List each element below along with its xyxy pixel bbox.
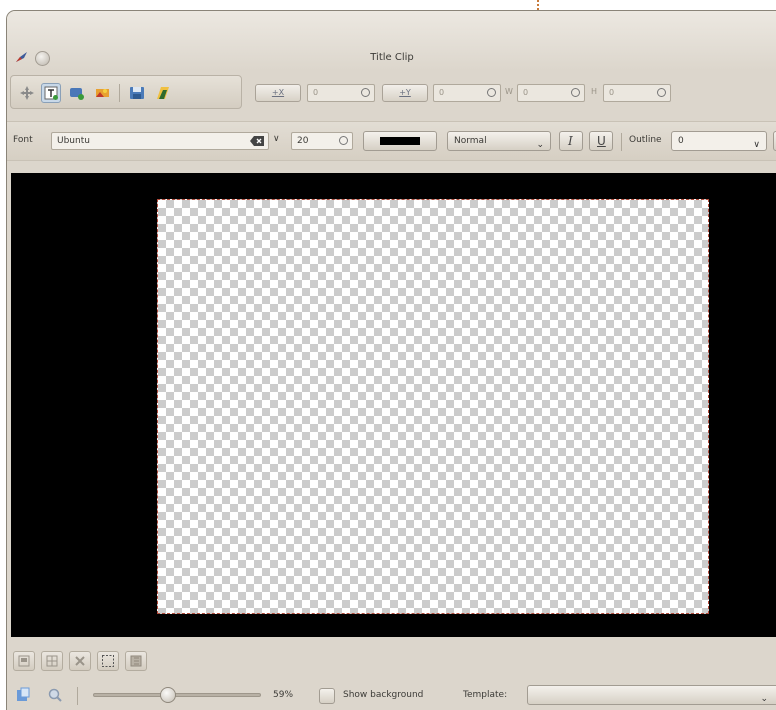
- font-color-swatch: [380, 137, 420, 145]
- underline-icon: U: [597, 134, 606, 148]
- spin-arrows-icon[interactable]: [361, 88, 370, 97]
- align-top-icon: [18, 655, 30, 667]
- spin-arrows-icon[interactable]: [339, 136, 348, 145]
- rectangle-tool-icon[interactable]: [67, 83, 87, 103]
- x-origin-button[interactable]: +X: [255, 84, 301, 102]
- x-position-value: 0: [313, 88, 319, 97]
- title-clip-window: Title Clip +X 0 +Y 0 W 0 H 0 Font Ubuntu…: [6, 10, 776, 710]
- zoom-slider-handle[interactable]: [160, 687, 177, 703]
- tool-group: [10, 75, 242, 109]
- spin-arrows-icon[interactable]: [657, 88, 666, 97]
- italic-icon: I: [568, 134, 573, 148]
- select-all-button[interactable]: [97, 651, 119, 671]
- status-bar: 59% Show background Template: ⌄: [7, 679, 776, 710]
- font-color-button[interactable]: [363, 131, 437, 151]
- chevron-down-icon: ∨: [753, 140, 760, 150]
- outline-label: Outline: [629, 135, 662, 145]
- delete-button[interactable]: [69, 651, 91, 671]
- toolbar-separator: [621, 133, 622, 151]
- window-titlebar: Title Clip: [7, 11, 776, 71]
- screenshot-page: Title Clip +X 0 +Y 0 W 0 H 0 Font Ubuntu…: [0, 0, 776, 710]
- x-position-field[interactable]: 0: [307, 84, 375, 102]
- alignment-toolbar: [7, 647, 776, 677]
- y-position-field[interactable]: 0: [433, 84, 501, 102]
- font-input[interactable]: Ubuntu: [51, 132, 269, 150]
- grid-icon: [130, 655, 142, 667]
- window-title: Title Clip: [370, 52, 414, 63]
- selection-icon: [102, 655, 114, 667]
- spin-arrows-icon[interactable]: [571, 88, 580, 97]
- close-icon: [75, 656, 85, 666]
- toolbar-separator: [119, 84, 120, 102]
- font-weight-select[interactable]: Normal ⌄: [447, 131, 551, 151]
- chevron-down-icon: ⌄: [760, 694, 768, 704]
- grid-button[interactable]: [125, 651, 147, 671]
- document-icon[interactable]: [15, 687, 31, 703]
- height-field[interactable]: 0: [603, 84, 671, 102]
- width-value: 0: [523, 88, 529, 97]
- show-background-checkbox[interactable]: [319, 688, 335, 704]
- save-icon[interactable]: [127, 83, 147, 103]
- open-document-icon[interactable]: [153, 83, 173, 103]
- align-center-button[interactable]: [41, 651, 63, 671]
- text-tool-icon[interactable]: [41, 83, 61, 103]
- template-select[interactable]: ⌄: [527, 685, 776, 705]
- transparent-frame[interactable]: [157, 199, 709, 614]
- toolbar-row: +X 0 +Y 0 W 0 H 0: [7, 75, 776, 111]
- font-size-field[interactable]: 20: [291, 132, 353, 150]
- width-field[interactable]: 0: [517, 84, 585, 102]
- font-label: Font: [13, 135, 33, 145]
- chevron-down-icon: ⌄: [536, 140, 544, 150]
- y-origin-button[interactable]: +Y: [382, 84, 428, 102]
- y-position-value: 0: [439, 88, 445, 97]
- show-background-label[interactable]: Show background: [343, 690, 423, 700]
- font-weight-value: Normal: [454, 136, 487, 146]
- italic-button[interactable]: I: [559, 131, 583, 151]
- zoom-slider-track[interactable]: [93, 693, 261, 697]
- align-center-icon: [46, 655, 58, 667]
- spin-arrows-icon[interactable]: [487, 88, 496, 97]
- clear-field-icon[interactable]: [250, 136, 264, 146]
- zoom-percent: 59%: [273, 690, 294, 700]
- outline-value: 0: [678, 136, 684, 146]
- height-label: H: [591, 87, 598, 96]
- template-label: Template:: [463, 690, 508, 700]
- image-tool-icon[interactable]: [93, 83, 113, 103]
- select-tool-icon[interactable]: [17, 83, 37, 103]
- zoom-icon[interactable]: [47, 687, 63, 703]
- title-canvas[interactable]: [11, 173, 776, 637]
- outline-select[interactable]: 0 ∨: [671, 131, 767, 151]
- font-value: Ubuntu: [57, 136, 90, 146]
- status-separator: [77, 687, 78, 705]
- underline-button[interactable]: U: [589, 131, 613, 151]
- text-options-row: Font Ubuntu ∨ 20 Normal ⌄ I U Outline 0 …: [7, 121, 776, 161]
- height-value: 0: [609, 88, 615, 97]
- font-size-value: 20: [297, 136, 309, 146]
- width-label: W: [505, 87, 513, 96]
- font-dropdown-chevron-icon[interactable]: ∨: [273, 134, 280, 144]
- align-top-button[interactable]: [13, 651, 35, 671]
